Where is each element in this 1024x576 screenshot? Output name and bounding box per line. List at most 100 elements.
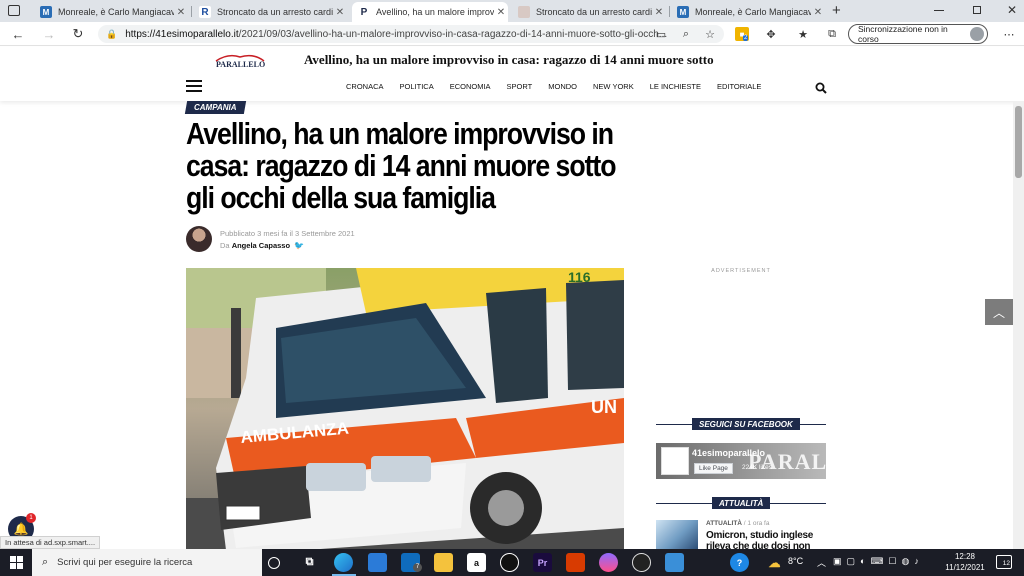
facebook-page-widget[interactable]: PARALLELO 41esimoparallelo Like Page 224… [656, 443, 826, 479]
office-icon[interactable] [566, 553, 585, 572]
facebook-section-header: SEGUICI SU FACEBOOK [656, 418, 826, 430]
url-field[interactable]: 🔒 https://41esimoparallelo.it/2021/09/03… [98, 25, 724, 43]
nav-item-economia[interactable]: ECONOMIA [450, 82, 491, 91]
clock-date: 11/12/2021 [945, 563, 985, 572]
nav-item-mondo[interactable]: MONDO [548, 82, 577, 91]
tab-title: Stroncato da un arresto cardiaco [217, 7, 333, 17]
news-time: 1 ora fa [747, 520, 770, 527]
logo-text: PARALLELO [216, 60, 265, 69]
collections-icon[interactable]: ⧉ [825, 27, 839, 41]
extension-badge: 2 [743, 35, 749, 41]
reader-view-icon[interactable]: ▭ [654, 27, 668, 41]
nav-item-new-york[interactable]: NEW YORK [593, 82, 634, 91]
nav-item-politica[interactable]: POLITICA [400, 82, 434, 91]
close-tab-icon[interactable]: ✕ [652, 7, 666, 18]
tab-title: Monreale, è Carlo Mangiacavallo [58, 7, 174, 17]
task-view-icon[interactable]: ⧉ [300, 553, 319, 572]
close-window-icon[interactable]: ✕ [1007, 3, 1017, 17]
address-toolbar: ← → ↻ 🔒 https://41esimoparallelo.it/2021… [0, 22, 1024, 46]
clock-time: 12:28 [954, 552, 976, 561]
close-tab-icon[interactable]: ✕ [333, 7, 347, 18]
zoom-icon[interactable]: ⌕ [679, 27, 693, 41]
favorites-icon[interactable]: ★ [796, 27, 810, 41]
facebook-like-button[interactable]: Like Page [694, 463, 733, 474]
minimize-icon[interactable] [934, 10, 944, 11]
refresh-icon[interactable]: ↻ [70, 26, 86, 42]
facebook-heading: SEGUICI SU FACEBOOK [692, 418, 800, 430]
store-icon[interactable] [368, 553, 387, 572]
close-tab-icon[interactable]: ✕ [811, 7, 825, 18]
taskbar-search-input[interactable]: ⌕ Scrivi qui per eseguire la ricerca [32, 549, 262, 576]
favorites-add-icon[interactable]: ☆ [703, 27, 717, 41]
publish-date: Pubblicato 3 mesi fa il 3 Settembre 2021 [220, 229, 355, 238]
tab-5[interactable]: M Monreale, è Carlo Mangiacavallo ✕ [671, 2, 825, 22]
maximize-icon[interactable] [973, 6, 981, 14]
news-thumbnail[interactable] [656, 520, 698, 550]
article-headline: Avellino, ha un malore improvviso in cas… [186, 116, 617, 215]
photos-icon[interactable] [665, 553, 684, 572]
news-favicon-icon [518, 6, 530, 18]
site-logo[interactable]: PARALLELO [214, 52, 266, 70]
nav-item-cronaca[interactable]: CRONACA [346, 82, 384, 91]
tab-4[interactable]: Stroncato da un arresto cardiaco ✕ [512, 2, 666, 22]
tray-icons[interactable]: ▣▢◐⌨☐◍♪ [833, 556, 924, 567]
news-heading: ATTUALITÀ [712, 497, 771, 509]
drop-icon[interactable] [599, 553, 618, 572]
tab-title: Monreale, è Carlo Mangiacavallo [695, 7, 811, 17]
category-badge[interactable]: CAMPANIA [184, 101, 246, 114]
tab-2[interactable]: R Stroncato da un arresto cardiaco ✕ [193, 2, 347, 22]
notifications-icon[interactable]: 12 [996, 555, 1012, 569]
tab-favicon: P [358, 6, 370, 18]
hero-image-ambulance: AMBULANZA 116 UN [186, 268, 624, 550]
facebook-page-logo [661, 447, 689, 475]
hamburger-menu-icon[interactable] [186, 80, 202, 92]
cortana-icon[interactable] [268, 557, 280, 569]
app-icon[interactable] [500, 553, 519, 572]
tab-title: Avellino, ha un malore improvviso [376, 7, 494, 17]
byline: Da Angela Capasso 🐦 [220, 241, 304, 250]
more-menu-icon[interactable]: ⋯ [1002, 27, 1016, 41]
news-category[interactable]: ATTUALITÀ [706, 520, 742, 527]
obs-icon[interactable] [632, 553, 651, 572]
tray-chevron-icon[interactable]: ︿ [817, 556, 826, 569]
tab-3-active[interactable]: P Avellino, ha un malore improvviso ✕ [352, 2, 508, 22]
author-avatar[interactable] [186, 226, 212, 252]
edge-icon[interactable] [334, 553, 353, 572]
nav-item-le-inchieste[interactable]: LE INCHIESTE [650, 82, 701, 91]
tab-favicon: M [677, 6, 689, 18]
twitter-icon[interactable]: 🐦 [294, 241, 304, 250]
weather-temp[interactable]: 8°C [788, 556, 803, 566]
taskbar-search-placeholder: Scrivi qui per eseguire la ricerca [57, 557, 193, 568]
scroll-to-top-icon[interactable]: ︿ [985, 299, 1013, 325]
file-explorer-icon[interactable] [434, 553, 453, 572]
close-tab-icon[interactable]: ✕ [494, 7, 508, 18]
back-icon[interactable]: ← [10, 26, 26, 42]
nav-item-sport[interactable]: SPORT [507, 82, 533, 91]
profile-avatar-icon [970, 27, 984, 41]
search-icon[interactable] [815, 82, 827, 94]
workspaces-icon[interactable] [8, 5, 20, 16]
new-tab-icon[interactable]: + [832, 2, 841, 19]
forward-icon[interactable]: → [41, 26, 57, 42]
nav-item-editoriale[interactable]: EDITORIALE [717, 82, 761, 91]
ambulance-side-text: UN [591, 397, 617, 417]
help-icon[interactable]: ? [730, 553, 749, 572]
author-name[interactable]: Angela Capasso [232, 241, 290, 250]
sync-button[interactable]: Sincronizzazione non in corso [848, 24, 988, 44]
windows-start-icon[interactable] [0, 549, 32, 576]
site-header: PARALLELO Avellino, ha un malore improvv… [0, 47, 1024, 101]
system-clock[interactable]: 12:28 11/12/2021 [940, 551, 990, 573]
amazon-icon[interactable]: a [467, 553, 486, 572]
url-domain: https://41esimoparallelo.it [125, 28, 239, 40]
facebook-likes-count: 224K likes [742, 464, 772, 471]
close-tab-icon[interactable]: ✕ [174, 7, 188, 18]
tab-favicon: M [40, 6, 52, 18]
facebook-page-name[interactable]: 41esimoparallelo [692, 448, 765, 458]
tab-favicon: R [199, 6, 211, 18]
puzzle-icon[interactable]: ✥ [764, 27, 778, 41]
lock-icon: 🔒 [106, 28, 118, 39]
premiere-icon[interactable]: Pr [533, 553, 552, 572]
tab-1[interactable]: M Monreale, è Carlo Mangiacavallo ✕ [34, 2, 188, 22]
scrollbar-thumb[interactable] [1015, 106, 1022, 178]
weather-icon: ☁ [768, 555, 781, 570]
